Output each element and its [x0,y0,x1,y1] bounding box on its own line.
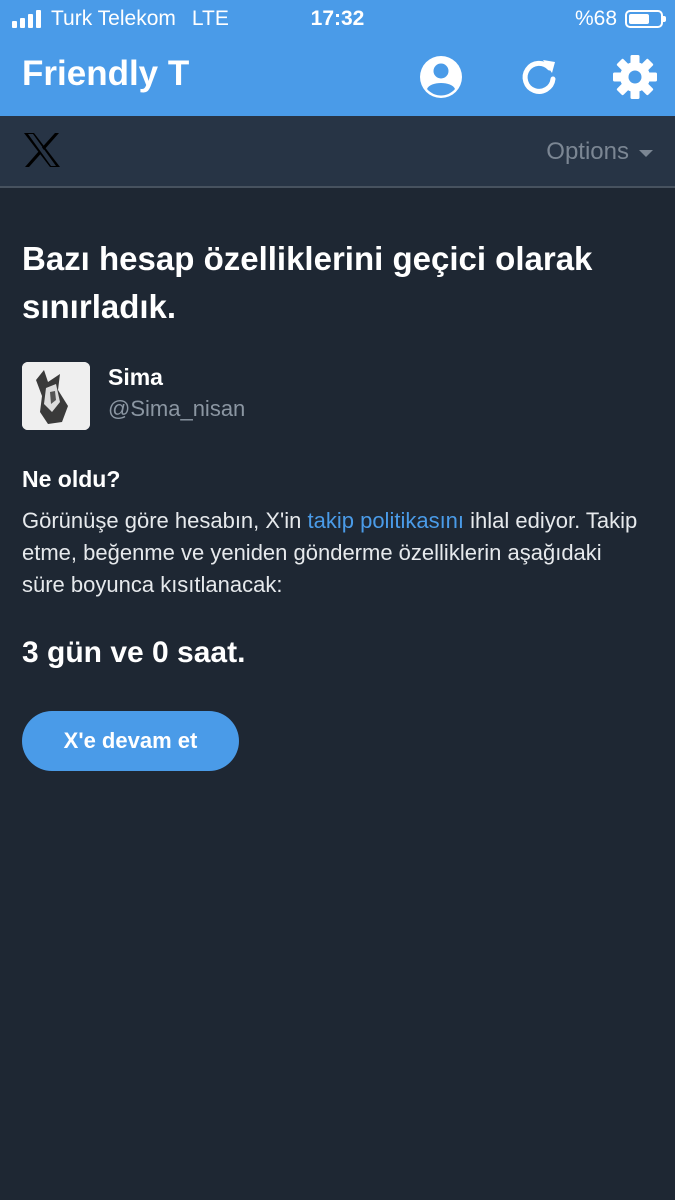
settings-icon[interactable] [612,54,658,100]
explanation-part-1: Görünüşe göre hesabın, X'in [22,508,308,533]
status-right: %68 [574,7,666,31]
status-bar: Turk Telekom LTE 17:32 %68 [0,0,675,36]
battery-percent: %68 [574,7,617,30]
options-dropdown[interactable]: Options [546,138,653,166]
refresh-icon[interactable] [516,54,562,100]
user-name: Sima [108,364,163,390]
explanation-text: Görünüşe göre hesabın, X'in takip politi… [22,505,642,601]
x-logo-icon [24,133,60,167]
user-handle: @Sima_nisan [108,396,246,421]
options-label: Options [546,138,629,165]
question-heading: Ne oldu? [22,466,121,492]
policy-link[interactable]: takip politikasını [308,508,465,533]
avatar [22,362,90,430]
chevron-down-icon [639,150,653,157]
continue-button[interactable]: X'e devam et [22,711,239,771]
status-time: 17:32 [310,7,365,30]
x-header: Options [0,116,675,188]
page-title: Bazı hesap özelliklerini geçici olarak s… [22,240,593,325]
app-title: Friendly T [22,54,190,93]
restriction-duration: 3 gün ve 0 saat. [22,636,246,669]
account-icon[interactable] [418,54,464,100]
app-bar: Friendly T [0,36,675,116]
battery-icon [625,10,666,28]
